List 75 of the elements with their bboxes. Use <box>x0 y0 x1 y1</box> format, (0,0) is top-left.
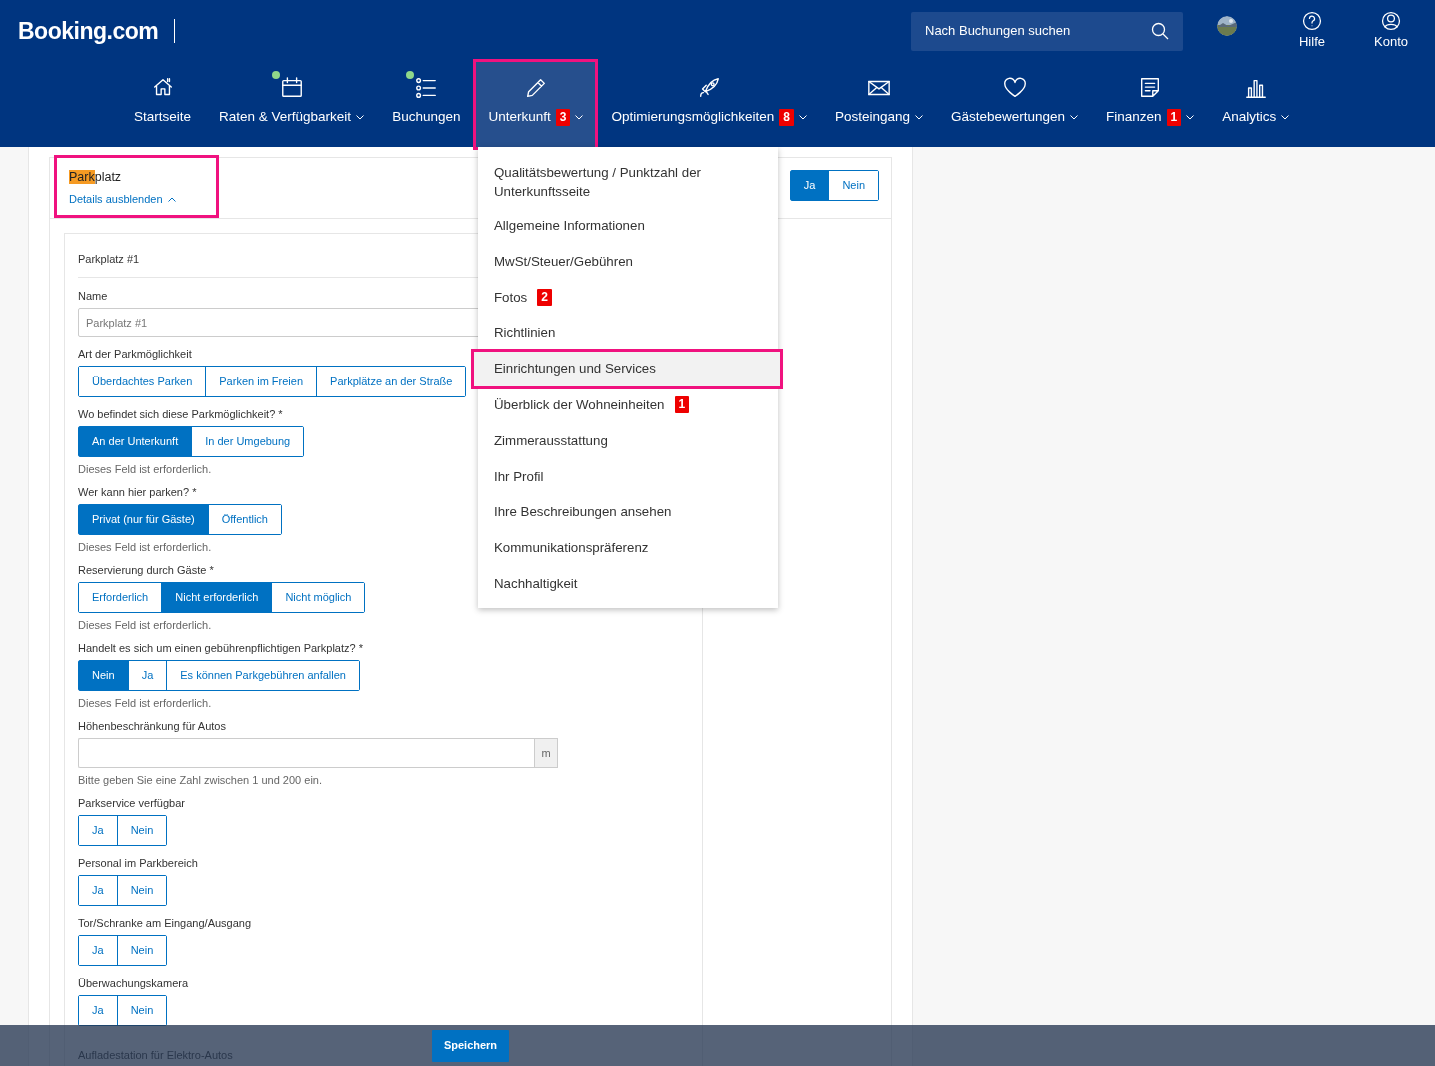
help-icon <box>1301 10 1323 33</box>
option-button[interactable]: Nein <box>828 171 878 200</box>
helper-text: Dieses Feld ist erforderlich. <box>78 696 212 710</box>
field-label: Überwachungskamera <box>78 976 189 990</box>
option-button[interactable]: Nicht möglich <box>271 583 365 612</box>
helper-text: Bitte geben Sie eine Zahl zwischen 1 und 200 ein. <box>78 773 322 787</box>
calendar-icon <box>279 76 304 100</box>
save-button[interactable]: Speichern <box>432 1029 509 1062</box>
option-button[interactable]: Es können Parkgebühren anfallen <box>166 661 359 690</box>
nav-tab[interactable]: Unterkunft 3 <box>476 62 596 147</box>
option-button[interactable]: Nein <box>79 661 128 690</box>
menu-item[interactable]: Kommunikationspräferenz <box>478 530 778 566</box>
helper-text: Dieses Feld ist erforderlich. <box>78 462 212 476</box>
caret-icon <box>167 196 176 202</box>
header-link[interactable]: Konto <box>1356 10 1426 52</box>
menu-item[interactable]: Einrichtungen und Services <box>473 351 781 387</box>
option-button[interactable]: Nein <box>116 816 167 845</box>
field-label: Wer kann hier parken? * <box>78 485 197 499</box>
option-button[interactable]: Privat (nur für Gäste) <box>79 505 208 534</box>
menu-item[interactable]: MwSt/Steuer/Gebühren <box>478 243 778 280</box>
nav-tab[interactable]: Startseite <box>122 62 204 147</box>
option-button[interactable]: An der Unterkunft <box>79 427 192 456</box>
nav-tab[interactable]: Raten & Verfügbarkeit <box>207 62 377 147</box>
menu-item[interactable]: Qualitätsbewertung / Punktzahl der Unterkunftsseite <box>478 161 778 204</box>
list-icon <box>414 76 439 100</box>
notification-badge: 2 <box>537 289 552 306</box>
option-button[interactable]: Nein <box>116 996 167 1025</box>
nav-tab[interactable]: Gästebewertungen <box>939 62 1091 147</box>
field-label: Tor/Schranke am Eingang/Ausgang <box>78 916 252 930</box>
field-label: Art der Parkmöglichkeit <box>78 347 192 361</box>
logo[interactable]: Booking.com <box>18 13 159 49</box>
field-label: Höhenbeschränkung für Autos <box>78 719 226 733</box>
nav-tab[interactable]: Analytics <box>1210 62 1302 147</box>
option-button[interactable]: Nein <box>116 876 167 905</box>
nav-tab[interactable]: Buchungen <box>380 62 473 147</box>
notification-badge: 1 <box>1166 108 1182 126</box>
search-box[interactable]: Nach Buchungen suchen <box>911 11 1183 51</box>
input-field[interactable] <box>78 738 534 768</box>
nav-tab[interactable]: Optimierungsmöglichkeiten 8 <box>599 62 819 147</box>
field-label: Personal im Parkbereich <box>78 856 198 870</box>
search-field[interactable]: Nach Buchungen suchen <box>925 21 1151 41</box>
menu-item[interactable]: Ihre Beschreibungen ansehen <box>478 494 778 531</box>
helper-text: Dieses Feld ist erforderlich. <box>78 540 212 554</box>
rocket-icon <box>697 76 722 100</box>
search-icon[interactable] <box>1151 22 1169 40</box>
menu-item[interactable]: Richtlinien <box>478 315 778 352</box>
option-button[interactable]: Öffentlich <box>207 505 281 534</box>
notification-badge: 8 <box>779 108 794 126</box>
option-button[interactable]: In der Umgebung <box>191 427 304 456</box>
nav-tab[interactable]: Finanzen 1 <box>1094 62 1207 147</box>
heart-icon <box>1002 76 1027 100</box>
unit-label: m <box>534 738 558 768</box>
field-label: Wo befindet sich diese Parkmöglichkeit? * <box>78 407 283 421</box>
account-icon <box>1380 10 1402 33</box>
field-label: Name <box>78 289 108 303</box>
menu-item[interactable]: Allgemeine Informationen <box>478 208 778 244</box>
header-link[interactable]: Hilfe <box>1277 10 1347 52</box>
option-button[interactable]: Nein <box>116 936 167 965</box>
menu-item[interactable]: Ihr Profil <box>478 458 778 495</box>
menu-item[interactable]: Fotos 2 <box>478 279 778 316</box>
option-button[interactable]: Parkplätze an der Straße <box>316 367 466 396</box>
field-label: Parkservice verfügbar <box>78 796 185 810</box>
notification-badge: 3 <box>555 108 571 126</box>
field-label: Handelt es sich um einen gebührenpflichtigen Parkplatz? * <box>78 641 363 655</box>
menu-item[interactable]: Nachhaltigkeit <box>478 565 778 602</box>
notification-badge: 1 <box>674 396 690 414</box>
nav-tab[interactable]: Posteingang <box>822 62 935 147</box>
helper-text: Dieses Feld ist erforderlich. <box>78 618 212 632</box>
option-button[interactable]: Nicht erforderlich <box>161 583 272 612</box>
option-button[interactable]: Ja <box>790 171 829 200</box>
details-toggle-link[interactable]: Details ausblenden <box>69 190 176 208</box>
menu-item[interactable]: Zimmerausstattung <box>478 422 778 459</box>
input-field[interactable]: Parkplatz #1 <box>78 308 481 337</box>
avatar[interactable] <box>1217 16 1237 36</box>
field-label: Reservierung durch Gäste * <box>78 563 214 577</box>
